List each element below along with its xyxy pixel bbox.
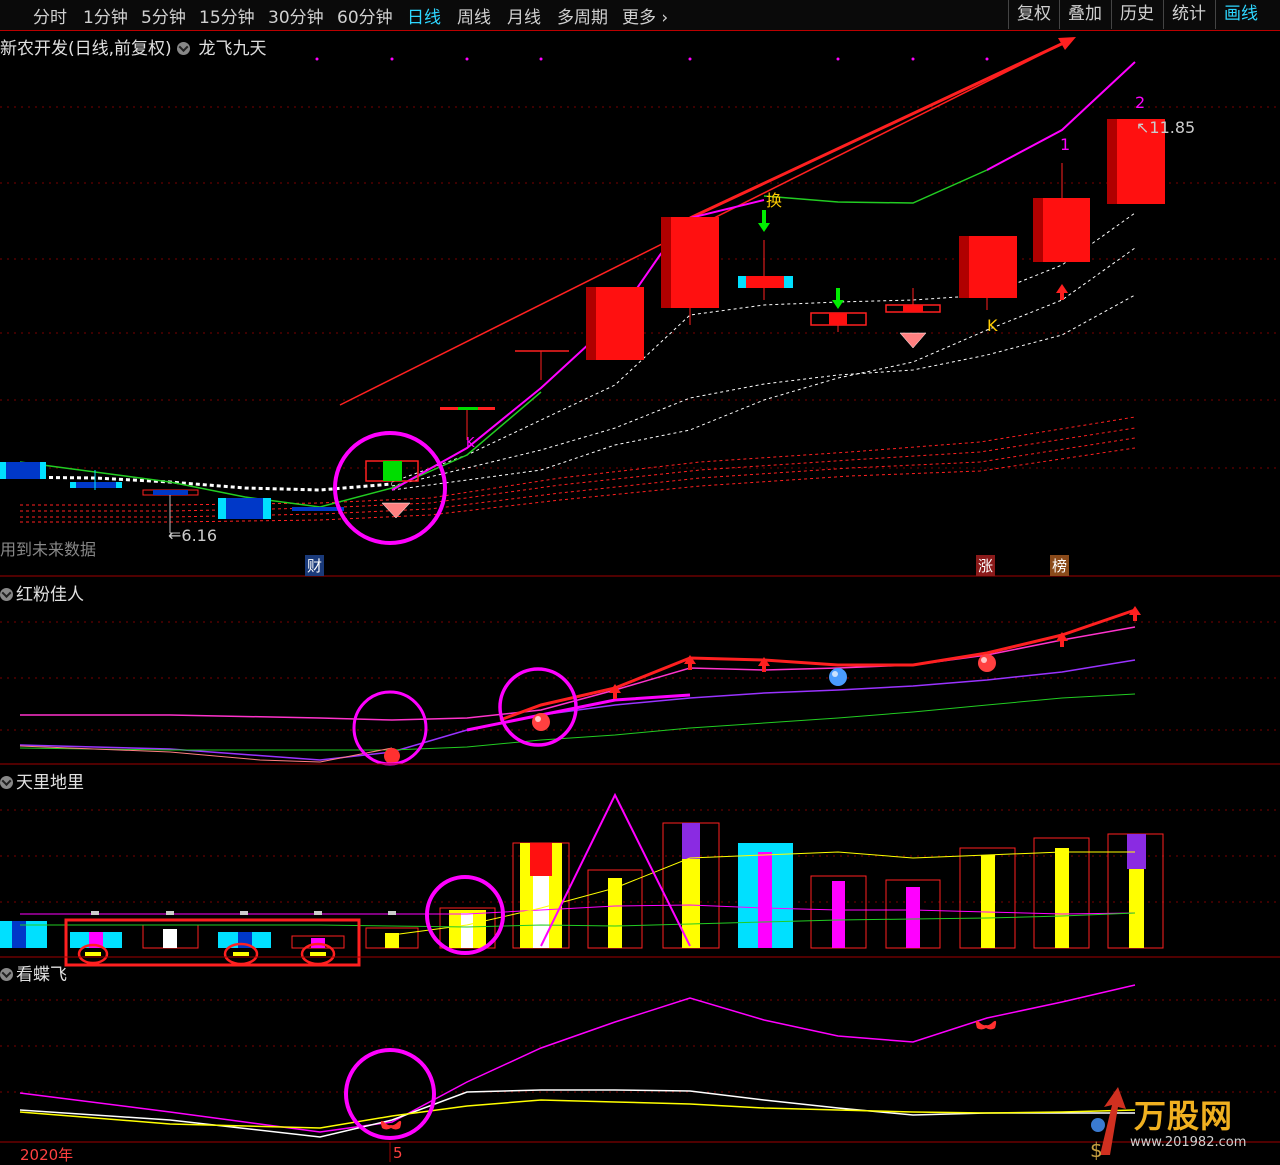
candle [1033, 198, 1043, 262]
chart-title: 新农开发(日线,前复权) 龙飞九天 [0, 34, 266, 59]
candle [292, 507, 344, 511]
candle [746, 276, 784, 288]
check-circle-icon [0, 588, 13, 601]
candle [829, 313, 847, 325]
candle [903, 305, 923, 312]
ball-icon [384, 654, 996, 764]
event-tag-zhang[interactable]: 涨 [976, 555, 996, 576]
brand-watermark: $ 万股网 www.201982.com [1080, 1085, 1280, 1162]
check-circle-icon [0, 968, 13, 981]
green-ma-upper [763, 169, 988, 204]
candle [383, 461, 402, 481]
stock-title: 新农开发(日线,前复权) [0, 39, 172, 59]
k-label: K [987, 316, 998, 335]
wave-label-2: 2 [1135, 93, 1146, 112]
panel2-up-arrows [609, 606, 1141, 699]
check-circle-icon[interactable] [177, 42, 191, 55]
huan-label: 换 [766, 191, 783, 210]
wave-label-1: 1 [1060, 135, 1071, 154]
x-axis-month: 5 [393, 1144, 403, 1162]
candle [76, 482, 116, 488]
indicator-name[interactable]: 龙飞九天 [198, 39, 266, 59]
red-dashed-ma [20, 416, 1136, 523]
high-price-label: ↖11.85 [1136, 118, 1196, 137]
svg-text:$: $ [1090, 1138, 1103, 1162]
candle [661, 217, 671, 308]
panel2-lines [19, 608, 1136, 763]
candle [1107, 119, 1117, 204]
panel3-lines [20, 792, 1136, 947]
event-tag-cai[interactable]: 财 [305, 555, 325, 576]
panel2-title[interactable]: 红粉佳人 [0, 580, 84, 605]
diamond-icon [381, 332, 927, 519]
brand-name: 万股网 [1134, 1097, 1234, 1135]
panel3-bars [0, 822, 1164, 949]
candle [586, 287, 596, 360]
candle [6, 462, 40, 479]
butterfly-icon [380, 1020, 997, 1130]
check-circle-icon [0, 776, 13, 789]
low-price-label: ←6.16 [168, 526, 218, 545]
panel4-lines [19, 984, 1136, 1138]
candle [226, 498, 263, 519]
panel3-title[interactable]: 天里地里 [0, 768, 84, 793]
event-tag-bang[interactable]: 榜 [1050, 555, 1070, 576]
kline-chart-canvas[interactable] [0, 0, 1280, 1162]
top-marker-dots [315, 57, 989, 61]
panel4-title[interactable]: 看蝶飞 [0, 960, 67, 985]
highlight-circle [344, 1048, 436, 1140]
candle [153, 490, 188, 495]
candle [959, 236, 969, 298]
future-data-note: 用到未来数据 [0, 540, 97, 559]
small-yellow-dashes [85, 952, 326, 956]
k-label-small: K [466, 436, 475, 451]
candle [458, 407, 478, 410]
brand-url: www.201982.com [1130, 1135, 1247, 1150]
